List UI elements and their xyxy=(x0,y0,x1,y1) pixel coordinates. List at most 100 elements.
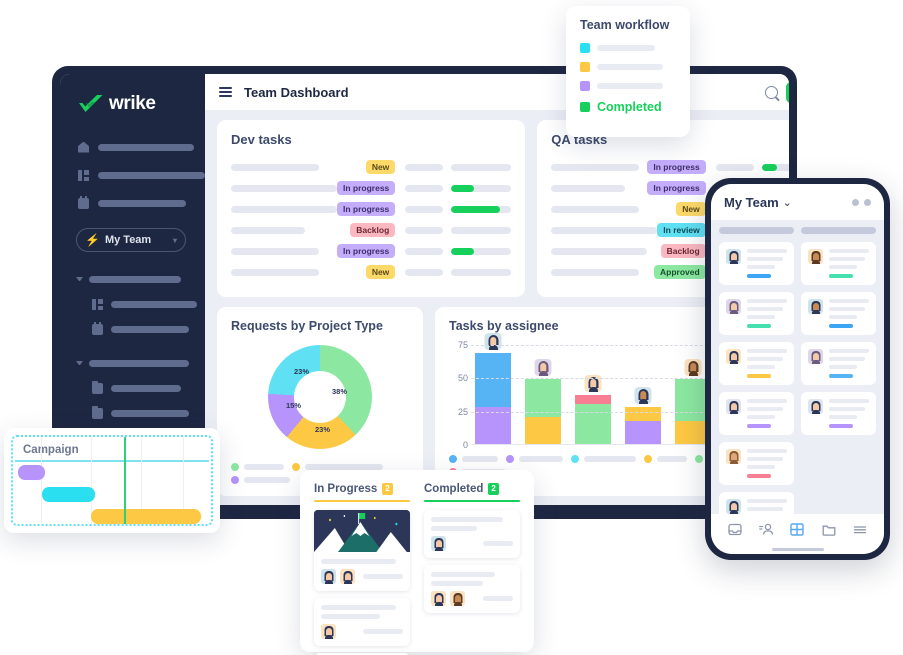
team-workflow-card: Team workflow Completed xyxy=(566,6,690,137)
sidebar-child-board[interactable] xyxy=(60,297,205,311)
card-accent-bar xyxy=(829,274,853,278)
workflow-row[interactable] xyxy=(580,43,676,53)
card-text-line xyxy=(431,572,495,577)
menu-icon[interactable] xyxy=(853,523,867,536)
page-title: Team Dashboard xyxy=(244,84,349,100)
my-team-selector[interactable]: ⚡ My Team ▾ xyxy=(76,228,186,252)
status-badge[interactable]: Backlog xyxy=(660,243,706,259)
avatar xyxy=(726,399,741,414)
status-badge[interactable]: In review xyxy=(657,222,706,238)
bar-segment-lower xyxy=(575,404,611,444)
board-card[interactable] xyxy=(424,510,520,558)
bar-column[interactable] xyxy=(475,333,511,444)
sidebar-group-1[interactable] xyxy=(60,272,205,286)
gantt-bar[interactable] xyxy=(42,487,95,502)
gantt-today-line xyxy=(124,437,126,524)
phone-card[interactable] xyxy=(801,292,876,335)
gantt-bar[interactable] xyxy=(91,509,201,524)
status-badge[interactable]: In progress xyxy=(337,243,396,259)
status-swatch xyxy=(580,43,590,53)
board-card[interactable] xyxy=(314,598,410,646)
gantt-bar[interactable] xyxy=(18,465,45,480)
card-text-line xyxy=(431,517,504,522)
avatar xyxy=(450,591,465,606)
task-meta xyxy=(405,247,444,255)
legend-item xyxy=(644,455,687,463)
phone-card[interactable] xyxy=(719,342,794,385)
phone-card[interactable] xyxy=(719,292,794,335)
phone-card[interactable] xyxy=(719,392,794,435)
table-row[interactable]: In progress xyxy=(231,180,512,196)
workflow-label xyxy=(597,83,663,89)
status-badge[interactable]: In progress xyxy=(337,201,396,217)
bar-column[interactable] xyxy=(625,345,661,444)
chevron-down-icon[interactable]: ⌄ xyxy=(783,196,792,209)
status-badge[interactable]: Approved xyxy=(654,264,706,280)
table-row[interactable]: In progress xyxy=(231,243,512,259)
status-badge[interactable]: In progress xyxy=(337,180,396,196)
card-accent-bar xyxy=(747,324,771,328)
sidebar-item-calendar[interactable] xyxy=(60,194,205,212)
table-row[interactable]: New xyxy=(231,264,512,280)
wrike-logo[interactable]: wrike xyxy=(60,88,205,116)
search-icon[interactable] xyxy=(764,85,778,99)
sidebar-child-folder[interactable] xyxy=(60,405,205,420)
status-badge[interactable]: New xyxy=(676,201,706,217)
phone-card[interactable] xyxy=(801,392,876,435)
status-badge[interactable]: New xyxy=(365,159,396,175)
phone-card[interactable] xyxy=(719,242,794,285)
board-card[interactable] xyxy=(314,510,410,591)
task-name xyxy=(231,226,305,234)
table-row[interactable]: In progress xyxy=(231,201,512,217)
table-row[interactable]: Backlog xyxy=(231,222,512,238)
phone-card-body xyxy=(829,399,869,428)
workflow-row[interactable] xyxy=(580,62,676,72)
board-column: Completed 2 xyxy=(424,483,520,655)
sidebar-item-label xyxy=(98,171,205,179)
phone-card[interactable] xyxy=(719,442,794,485)
home-icon xyxy=(78,141,89,153)
workflow-row[interactable]: Completed xyxy=(580,100,676,114)
folder-icon xyxy=(92,405,103,419)
folder-icon[interactable] xyxy=(822,523,836,536)
sidebar-item-board[interactable] xyxy=(60,166,205,184)
card-text-line xyxy=(747,399,787,403)
card-accent-bar xyxy=(747,374,771,378)
grid-icon[interactable] xyxy=(790,522,805,536)
phone-card[interactable] xyxy=(801,342,876,385)
status-badge[interactable]: New xyxy=(365,264,396,280)
legend-item xyxy=(449,455,498,463)
phone-column xyxy=(801,227,876,514)
card-text-line xyxy=(829,399,869,403)
phone-card[interactable] xyxy=(719,492,794,514)
card-text-line xyxy=(747,499,787,503)
legend-label xyxy=(584,456,636,462)
sidebar-child-folder[interactable] xyxy=(60,380,205,395)
bar-column[interactable] xyxy=(575,345,611,444)
inbox-icon[interactable] xyxy=(728,523,742,536)
task-name xyxy=(551,184,626,192)
legend-label xyxy=(244,477,290,483)
phone-card[interactable] xyxy=(801,242,876,285)
table-row[interactable]: New xyxy=(231,159,512,175)
phone-board[interactable] xyxy=(711,220,884,514)
status-badge[interactable]: In progress xyxy=(647,180,706,196)
y-tick-label: 50 xyxy=(457,373,468,384)
table-row[interactable]: In progress xyxy=(551,159,789,175)
hamburger-icon[interactable] xyxy=(219,87,232,97)
add-button[interactable]: + xyxy=(785,81,789,103)
board-column-header[interactable]: In Progress 2 xyxy=(314,483,410,500)
people-icon[interactable] xyxy=(759,523,774,536)
card-text-line xyxy=(431,581,484,586)
bar-column[interactable] xyxy=(525,345,561,444)
status-badge[interactable]: In progress xyxy=(647,159,706,175)
card-footer xyxy=(321,624,403,639)
sidebar-child-calendar[interactable] xyxy=(60,321,205,336)
phone-header-actions[interactable] xyxy=(852,198,871,206)
sidebar-item-home[interactable] xyxy=(60,138,205,156)
sidebar-group-2[interactable] xyxy=(60,356,205,370)
board-column-header[interactable]: Completed 2 xyxy=(424,483,520,500)
status-badge[interactable]: Backlog xyxy=(350,222,396,238)
workflow-row[interactable] xyxy=(580,81,676,91)
board-card[interactable] xyxy=(424,565,520,613)
